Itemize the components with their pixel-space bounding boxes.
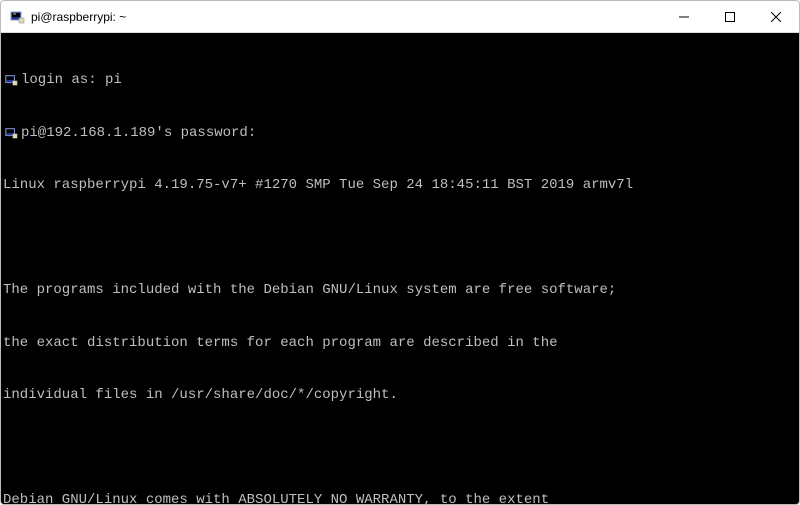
- blank-line: [3, 440, 797, 458]
- password-prompt: pi@192.168.1.189's password:: [21, 125, 256, 143]
- putty-prompt-icon: [3, 125, 19, 141]
- putty-prompt-icon: [3, 72, 19, 88]
- motd-line: The programs included with the Debian GN…: [3, 282, 797, 300]
- terminal-line: pi@192.168.1.189's password:: [3, 125, 797, 143]
- window-frame: pi@raspberrypi: ~ login as: pi: [0, 0, 800, 505]
- window-title: pi@raspberrypi: ~: [31, 10, 661, 24]
- window-controls: [661, 1, 799, 32]
- login-prompt: login as: pi: [21, 72, 122, 90]
- titlebar[interactable]: pi@raspberrypi: ~: [1, 1, 799, 33]
- maximize-button[interactable]: [707, 1, 753, 32]
- terminal-area[interactable]: login as: pi pi@192.168.1.189's password…: [1, 33, 799, 504]
- warranty-line: Debian GNU/Linux comes with ABSOLUTELY N…: [3, 492, 797, 504]
- motd-line: the exact distribution terms for each pr…: [3, 335, 797, 353]
- kernel-info: Linux raspberrypi 4.19.75-v7+ #1270 SMP …: [3, 177, 797, 195]
- putty-icon: [9, 9, 25, 25]
- minimize-button[interactable]: [661, 1, 707, 32]
- blank-line: [3, 230, 797, 248]
- motd-line: individual files in /usr/share/doc/*/cop…: [3, 387, 797, 405]
- close-button[interactable]: [753, 1, 799, 32]
- terminal-line: login as: pi: [3, 72, 797, 90]
